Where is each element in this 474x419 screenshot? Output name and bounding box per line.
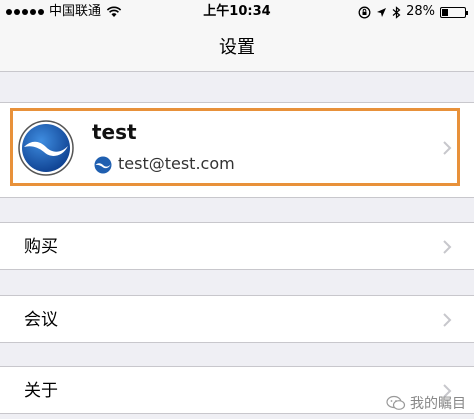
nav-bar: 设置 xyxy=(0,24,474,72)
status-bar: 中国联通 上午10:34 28% xyxy=(0,0,474,24)
watermark: 我的瞩目 xyxy=(386,393,466,413)
menu-item-purchase[interactable]: 购买 xyxy=(0,222,474,270)
profile-name: test xyxy=(92,120,137,144)
menu-item-label: 关于 xyxy=(24,381,58,401)
status-right: 28% xyxy=(358,0,468,24)
rotation-lock-icon xyxy=(358,6,371,18)
watermark-text: 我的瞩目 xyxy=(410,396,466,412)
battery-icon xyxy=(440,6,468,18)
menu-item-label: 购买 xyxy=(24,237,58,257)
chevron-right-icon xyxy=(443,240,452,254)
account-logo-icon xyxy=(94,156,112,174)
bluetooth-icon xyxy=(392,5,401,19)
avatar[interactable] xyxy=(18,120,74,176)
page-title: 设置 xyxy=(219,37,255,58)
location-arrow-icon xyxy=(377,7,387,17)
chevron-right-icon xyxy=(443,313,452,327)
battery-level xyxy=(442,8,449,16)
wechat-icon xyxy=(386,395,406,410)
profile-email: test@test.com xyxy=(118,154,235,173)
menu-item-meeting[interactable]: 会议 xyxy=(0,295,474,343)
battery-percent: 28% xyxy=(406,4,435,19)
highlight-annotation xyxy=(10,108,460,186)
menu-item-label: 会议 xyxy=(24,310,58,330)
chevron-right-icon xyxy=(443,141,452,155)
